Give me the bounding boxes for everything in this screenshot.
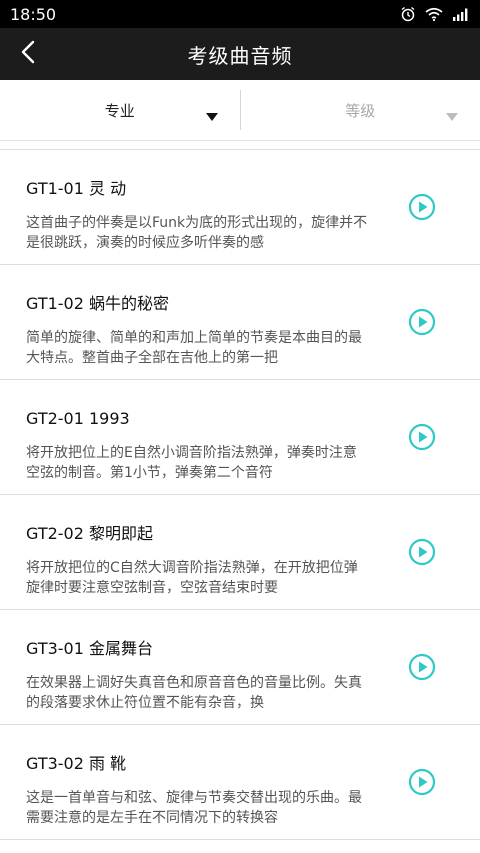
wifi-icon xyxy=(425,7,443,21)
track-title: GT2-02 黎明即起 xyxy=(26,524,154,543)
filter-bar: 专业 等级 xyxy=(0,80,480,141)
track-title: GT3-01 金属舞台 xyxy=(26,639,154,658)
status-icons xyxy=(400,6,470,22)
track-description: 简单的旋律、简单的和声加上简单的节奏是本曲目的最大特点。整首曲子全部在吉他上的第… xyxy=(26,330,362,366)
play-button[interactable] xyxy=(408,423,436,451)
track-item[interactable]: GT2-02 黎明即起 将开放把位的C自然大调音阶指法熟弹，在开放把位弹旋律时要… xyxy=(0,495,480,610)
track-title: GT2-01 1993 xyxy=(26,409,130,428)
level-filter-label: 等级 xyxy=(345,101,376,120)
app-bar: 考级曲音频 xyxy=(0,28,480,80)
play-circle-icon xyxy=(408,768,436,796)
track-item[interactable]: GT2-01 1993 将开放把位上的E自然小调音阶指法熟弹，弹奏时注意空弦的制… xyxy=(0,380,480,495)
major-filter-label: 专业 xyxy=(104,101,135,120)
play-circle-icon xyxy=(408,653,436,681)
play-button[interactable] xyxy=(408,538,436,566)
track-item[interactable]: GT3-02 雨 靴 这是一首单音与和弦、旋律与节奏交替出现的乐曲。最需要注意的… xyxy=(0,725,480,840)
track-description: 在效果器上调好失真音色和原音音色的音量比例。失真的段落要求休止符位置不能有杂音，… xyxy=(26,675,362,711)
play-button[interactable] xyxy=(408,768,436,796)
play-button[interactable] xyxy=(408,193,436,221)
track-title: GT3-02 雨 靴 xyxy=(26,754,127,773)
track-description: 将开放把位的C自然大调音阶指法熟弹，在开放把位弹旋律时要注意空弦制音，空弦音结束… xyxy=(26,560,358,596)
page-title: 考级曲音频 xyxy=(187,43,293,68)
level-filter-dropdown[interactable]: 等级 xyxy=(241,80,480,140)
track-item[interactable]: GT1-02 蜗牛的秘密 简单的旋律、简单的和声加上简单的节奏是本曲目的最大特点… xyxy=(0,265,480,380)
status-time: 18:50 xyxy=(10,4,57,24)
caret-down-icon xyxy=(205,106,218,125)
chevron-left-icon xyxy=(20,40,36,68)
track-title: GT1-01 灵 动 xyxy=(26,179,127,198)
track-description: 这首曲子的伴奏是以Funk为底的形式出现的，旋律并不是很跳跃，演奏的时候应多听伴… xyxy=(26,215,368,251)
play-button[interactable] xyxy=(408,308,436,336)
play-circle-icon xyxy=(408,423,436,451)
track-title: GT1-02 蜗牛的秘密 xyxy=(26,294,170,313)
track-list: GT1-01 灵 动 这首曲子的伴奏是以Funk为底的形式出现的，旋律并不是很跳… xyxy=(0,150,480,840)
signal-icon xyxy=(452,7,470,21)
track-description: 将开放把位上的E自然小调音阶指法熟弹，弹奏时注意空弦的制音。第1小节，弹奏第二个… xyxy=(26,445,357,481)
play-button[interactable] xyxy=(408,653,436,681)
play-circle-icon xyxy=(408,308,436,336)
track-item[interactable]: GT3-01 金属舞台 在效果器上调好失真音色和原音音色的音量比例。失真的段落要… xyxy=(0,610,480,725)
play-circle-icon xyxy=(408,193,436,221)
back-button[interactable] xyxy=(8,28,48,80)
track-description: 这是一首单音与和弦、旋律与节奏交替出现的乐曲。最需要注意的是左手在不同情况下的转… xyxy=(26,790,362,826)
status-bar: 18:50 xyxy=(0,0,480,28)
alarm-icon xyxy=(400,6,416,22)
track-item[interactable]: GT1-01 灵 动 这首曲子的伴奏是以Funk为底的形式出现的，旋律并不是很跳… xyxy=(0,150,480,265)
play-circle-icon xyxy=(408,538,436,566)
caret-down-icon xyxy=(446,106,458,125)
list-top-divider xyxy=(0,141,480,150)
major-filter-dropdown[interactable]: 专业 xyxy=(0,80,240,140)
